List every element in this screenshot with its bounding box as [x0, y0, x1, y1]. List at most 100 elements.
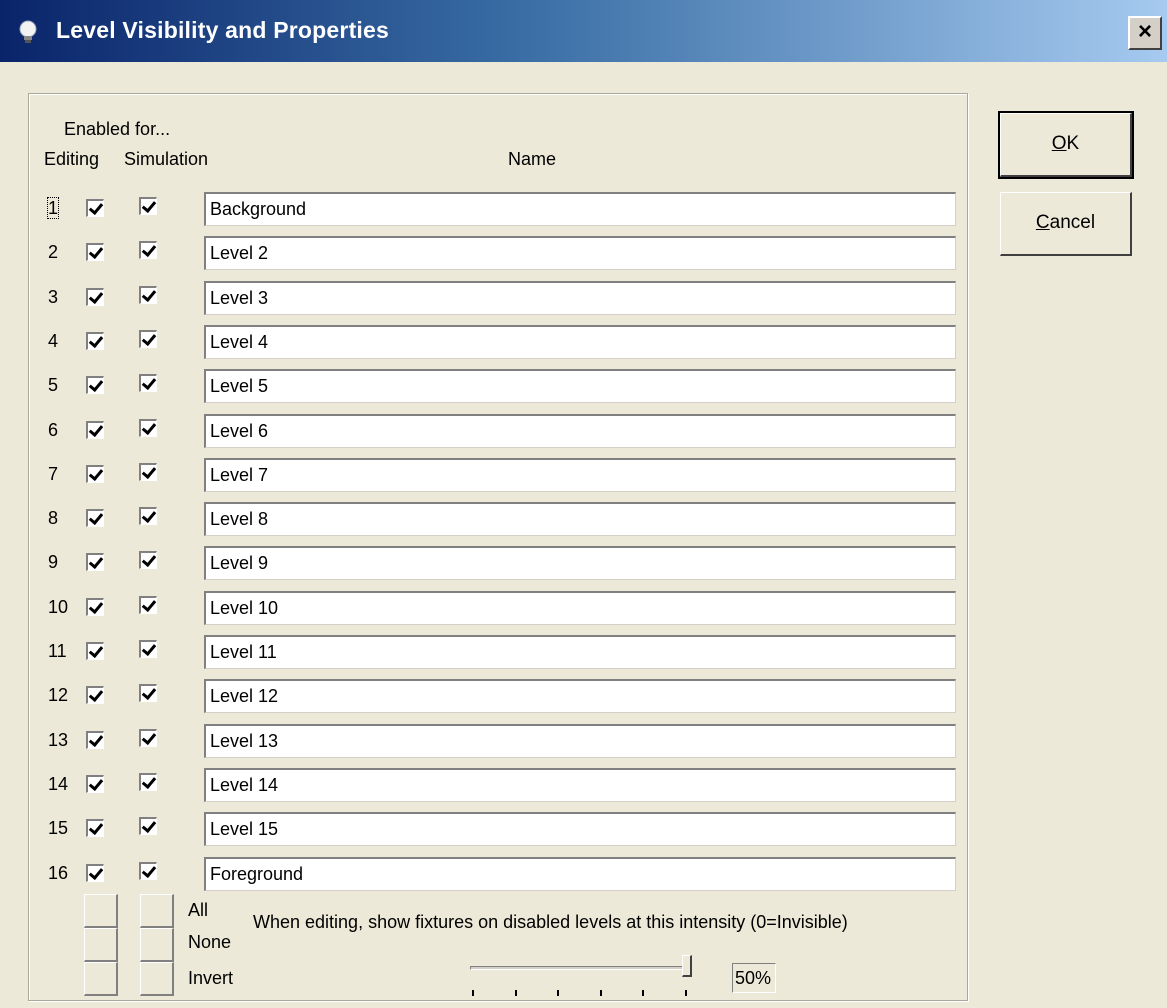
simulation-checkbox[interactable] [139, 374, 157, 392]
level-number: 13 [48, 727, 76, 753]
level-number-text: 8 [48, 508, 59, 528]
editing-checkbox[interactable] [86, 243, 104, 261]
editing-checkbox[interactable] [86, 731, 104, 749]
level-number: 7 [48, 461, 76, 487]
level-number-text: 2 [48, 242, 59, 262]
editing-invert-button[interactable] [84, 962, 118, 996]
level-name-field[interactable]: Level 14 [204, 768, 956, 802]
editing-none-button[interactable] [84, 928, 118, 962]
simulation-checkbox[interactable] [139, 640, 157, 658]
slider-tick [514, 990, 517, 996]
simulation-header: Simulation [124, 149, 209, 169]
level-name-field[interactable]: Level 8 [204, 502, 956, 536]
slider-tick [599, 990, 602, 996]
simulation-checkbox[interactable] [139, 817, 157, 835]
simulation-checkbox[interactable] [139, 197, 157, 215]
simulation-checkbox[interactable] [139, 507, 157, 525]
simulation-all-button[interactable] [140, 894, 174, 928]
level-number-text: 10 [48, 597, 69, 617]
editing-checkbox[interactable] [86, 465, 104, 483]
level-name-field[interactable]: Level 10 [204, 591, 956, 625]
level-number: 12 [48, 682, 76, 708]
level-number-text: 9 [48, 552, 59, 572]
ok-label-rest: K [1066, 133, 1080, 154]
all-label: All [188, 900, 209, 920]
ok-button[interactable]: OK [998, 111, 1134, 179]
level-number-text: 4 [48, 331, 59, 351]
editing-checkbox[interactable] [86, 199, 104, 217]
level-number: 15 [48, 815, 76, 841]
simulation-checkbox[interactable] [139, 773, 157, 791]
simulation-checkbox[interactable] [139, 596, 157, 614]
editing-checkbox[interactable] [86, 598, 104, 616]
level-number-text: 5 [48, 375, 59, 395]
simulation-checkbox[interactable] [139, 463, 157, 481]
level-number: 9 [48, 549, 76, 575]
level-name-field[interactable]: Level 7 [204, 458, 956, 492]
level-name-field[interactable]: Level 6 [204, 414, 956, 448]
level-number: 11 [48, 638, 76, 664]
level-number-text: 13 [48, 730, 69, 750]
level-number: 6 [48, 417, 76, 443]
editing-checkbox[interactable] [86, 864, 104, 882]
level-number: 3 [48, 284, 76, 310]
ok-mnemonic: O [1051, 133, 1067, 154]
editing-header: Editing [44, 149, 100, 169]
simulation-checkbox[interactable] [139, 684, 157, 702]
level-number: 2 [48, 239, 76, 265]
editing-checkbox[interactable] [86, 421, 104, 439]
editing-checkbox[interactable] [86, 819, 104, 837]
title-bar: Level Visibility and Properties × [0, 0, 1167, 62]
simulation-checkbox[interactable] [139, 241, 157, 259]
level-name-field[interactable]: Level 5 [204, 369, 956, 403]
level-name-field[interactable]: Foreground [204, 857, 956, 891]
name-header: Name [508, 149, 557, 169]
simulation-none-button[interactable] [140, 928, 174, 962]
simulation-invert-button[interactable] [140, 962, 174, 996]
level-name-field[interactable]: Level 4 [204, 325, 956, 359]
level-name-field[interactable]: Level 13 [204, 724, 956, 758]
level-number: 16 [48, 860, 76, 886]
level-number: 14 [48, 771, 76, 797]
level-name-field[interactable]: Level 15 [204, 812, 956, 846]
editing-all-button[interactable] [84, 894, 118, 928]
simulation-checkbox[interactable] [139, 729, 157, 747]
simulation-checkbox[interactable] [139, 551, 157, 569]
editing-checkbox[interactable] [86, 686, 104, 704]
level-name-field[interactable]: Background [204, 192, 956, 226]
level-number: 5 [48, 372, 76, 398]
level-name-field[interactable]: Level 9 [204, 546, 956, 580]
slider-tick [642, 990, 644, 996]
close-button[interactable]: × [1128, 16, 1162, 50]
level-number: 10 [48, 594, 76, 620]
slider-tick [684, 990, 687, 996]
editing-checkbox[interactable] [86, 509, 104, 527]
slider-tick [472, 990, 474, 996]
simulation-checkbox[interactable] [139, 419, 157, 437]
slider-tick [557, 990, 559, 996]
editing-checkbox[interactable] [86, 376, 104, 394]
editing-checkbox[interactable] [86, 332, 104, 350]
level-number-text: 6 [48, 420, 59, 440]
level-number-text: 14 [48, 774, 69, 794]
intensity-note: When editing, show fixtures on disabled … [253, 912, 848, 932]
level-name-field[interactable]: Level 12 [204, 679, 956, 713]
level-number-text: 1 [46, 197, 60, 219]
level-number-text: 12 [48, 685, 69, 705]
level-name-field[interactable]: Level 11 [204, 635, 956, 669]
level-name-field[interactable]: Level 3 [204, 281, 956, 315]
simulation-checkbox[interactable] [139, 330, 157, 348]
editing-checkbox[interactable] [86, 288, 104, 306]
simulation-checkbox[interactable] [139, 286, 157, 304]
window-title: Level Visibility and Properties [56, 17, 390, 43]
level-name-field[interactable]: Level 2 [204, 236, 956, 270]
editing-checkbox[interactable] [86, 642, 104, 660]
editing-checkbox[interactable] [86, 775, 104, 793]
simulation-checkbox[interactable] [139, 862, 157, 880]
editing-checkbox[interactable] [86, 553, 104, 571]
intensity-slider-thumb[interactable] [682, 955, 692, 977]
level-number-text: 3 [48, 287, 59, 307]
lightbulb-icon [19, 20, 37, 43]
intensity-slider-track[interactable] [470, 966, 688, 970]
cancel-button[interactable]: Cancel [1000, 192, 1132, 256]
